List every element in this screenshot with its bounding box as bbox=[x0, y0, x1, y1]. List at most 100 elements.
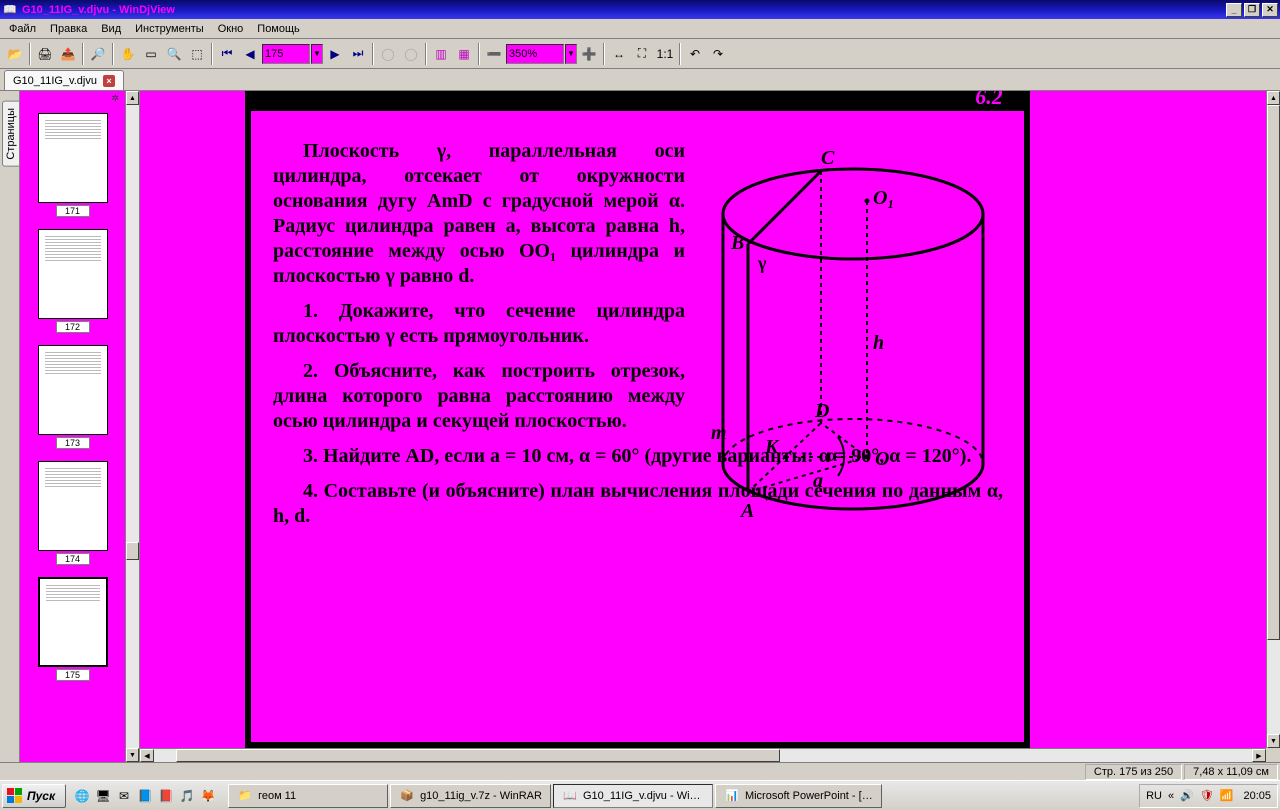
find-button[interactable]: 🔎 bbox=[87, 43, 109, 65]
start-label: Пуск bbox=[27, 789, 55, 803]
fit-page-button[interactable]: ⛶ bbox=[631, 43, 653, 65]
side-tabs: Страницы bbox=[0, 91, 20, 762]
thumbnails-scrollbar[interactable]: ▲ ▼ bbox=[125, 91, 139, 762]
thumbnail[interactable]: 173 bbox=[35, 345, 111, 455]
app4-icon[interactable]: 🦊 bbox=[198, 785, 218, 807]
thumbnail[interactable]: 171 bbox=[35, 113, 111, 223]
magnify-tool-button[interactable]: 🔍 bbox=[163, 43, 185, 65]
open-button[interactable]: 📂 bbox=[4, 43, 26, 65]
page-number-input[interactable] bbox=[262, 44, 310, 64]
workspace: Страницы ✲ × 171 172 173 174 175 ▲ ▼ 6.2… bbox=[0, 91, 1280, 762]
windows-flag-icon bbox=[7, 788, 23, 804]
scroll-right-button[interactable]: ▶ bbox=[1252, 749, 1266, 762]
djvu-icon: 📖 bbox=[562, 788, 578, 804]
menu-window[interactable]: Окно bbox=[211, 21, 251, 37]
menu-help[interactable]: Помощь bbox=[250, 21, 307, 37]
minimize-button[interactable]: _ bbox=[1226, 3, 1242, 17]
hand-tool-button[interactable]: ✋ bbox=[117, 43, 139, 65]
zoom-input[interactable] bbox=[506, 44, 564, 64]
mail-icon[interactable]: ✉ bbox=[114, 785, 134, 807]
page-dropdown[interactable]: ▼ bbox=[311, 44, 323, 64]
viewer-hscroll[interactable]: ◀ ▶ bbox=[140, 748, 1266, 762]
scroll-left-button[interactable]: ◀ bbox=[140, 749, 154, 762]
scroll-thumb[interactable] bbox=[1267, 105, 1280, 640]
document-tab[interactable]: G10_11IG_v.djvu × bbox=[4, 70, 124, 90]
thumbnail[interactable]: 172 bbox=[35, 229, 111, 339]
zoom-dropdown[interactable]: ▼ bbox=[565, 44, 577, 64]
svg-text:O: O bbox=[875, 448, 889, 470]
viewer-vscroll[interactable]: ▲ ▼ bbox=[1266, 91, 1280, 748]
menu-edit[interactable]: Правка bbox=[43, 21, 94, 37]
app1-icon[interactable]: 📘 bbox=[135, 785, 155, 807]
scroll-up-button[interactable]: ▲ bbox=[1267, 91, 1280, 105]
zoom-out-button[interactable]: ➖ bbox=[483, 43, 505, 65]
ie-icon[interactable]: 🌐 bbox=[72, 785, 92, 807]
document-tab-close[interactable]: × bbox=[103, 75, 115, 87]
quick-launch: 🌐 🖥 ✉ 📘 📕 🎵 🦊 bbox=[72, 785, 218, 807]
scroll-down-button[interactable]: ▼ bbox=[126, 748, 139, 762]
system-tray: RU « 🔊 🛡 📶 20:05 bbox=[1139, 784, 1278, 808]
zoom-in-button[interactable]: ➕ bbox=[578, 43, 600, 65]
facing-button[interactable]: ▦ bbox=[453, 43, 475, 65]
taskbar: Пуск 🌐 🖥 ✉ 📘 📕 🎵 🦊 📁геом 11 📦g10_11ig_v.… bbox=[0, 780, 1280, 810]
thumbnail-label: 174 bbox=[56, 553, 90, 565]
document-tab-label: G10_11IG_v.djvu bbox=[13, 75, 97, 87]
maximize-button[interactable]: ❐ bbox=[1244, 3, 1260, 17]
thumbnail-label: 172 bbox=[56, 321, 90, 333]
select-tool-button[interactable]: ▭ bbox=[140, 43, 162, 65]
task-winrar[interactable]: 📦g10_11ig_v.7z - WinRAR bbox=[390, 784, 551, 808]
section-number: 6.2 bbox=[954, 91, 1024, 111]
tray-shield-icon[interactable]: 🛡 bbox=[1200, 789, 1214, 802]
toolbar: 📂 🖨 📤 🔎 ✋ ▭ 🔍 ⬚ ⏮ ◀ ▼ ▶ ⏭ ◯ ◯ ▥ ▦ ➖ ▼ ➕ … bbox=[0, 39, 1280, 69]
scroll-down-button[interactable]: ▼ bbox=[1267, 734, 1280, 748]
rotate-right-button[interactable]: ↷ bbox=[707, 43, 729, 65]
menu-tools[interactable]: Инструменты bbox=[128, 21, 211, 37]
scroll-up-button[interactable]: ▲ bbox=[126, 91, 139, 105]
menu-view[interactable]: Вид bbox=[94, 21, 128, 37]
fit-width-button[interactable]: ↔ bbox=[608, 43, 630, 65]
cylinder-figure: C O₁ B γ h D m K α O a A bbox=[703, 139, 1003, 534]
svg-text:m: m bbox=[711, 422, 727, 444]
nav-back-button[interactable]: ◯ bbox=[377, 43, 399, 65]
last-page-button[interactable]: ⏭ bbox=[347, 43, 369, 65]
nav-forward-button[interactable]: ◯ bbox=[400, 43, 422, 65]
rotate-left-button[interactable]: ↶ bbox=[684, 43, 706, 65]
task-folder[interactable]: 📁геом 11 bbox=[228, 784, 388, 808]
paragraph: 2. Объясните, как постро­ить отрезок, дл… bbox=[273, 359, 685, 434]
task-windjvu[interactable]: 📖G10_11IG_v.djvu - Wi… bbox=[553, 784, 713, 808]
print-button[interactable]: 🖨 bbox=[34, 43, 56, 65]
desktop-icon[interactable]: 🖥 bbox=[93, 785, 113, 807]
svg-text:a: a bbox=[813, 470, 823, 492]
scroll-thumb[interactable] bbox=[176, 749, 780, 762]
menu-bar: Файл Правка Вид Инструменты Окно Помощь bbox=[0, 19, 1280, 39]
prev-page-button[interactable]: ◀ bbox=[239, 43, 261, 65]
export-button[interactable]: 📤 bbox=[57, 43, 79, 65]
actual-size-button[interactable]: 1:1 bbox=[654, 43, 676, 65]
task-powerpoint[interactable]: 📊Microsoft PowerPoint - [… bbox=[715, 784, 882, 808]
marquee-zoom-button[interactable]: ⬚ bbox=[186, 43, 208, 65]
app2-icon[interactable]: 📕 bbox=[156, 785, 176, 807]
menu-file[interactable]: Файл bbox=[2, 21, 43, 37]
winrar-icon: 📦 bbox=[399, 788, 415, 804]
gear-icon[interactable]: ✲ bbox=[111, 93, 119, 104]
start-button[interactable]: Пуск bbox=[2, 784, 66, 808]
page-viewer[interactable]: 6.2 Плоскость γ, параллельная оси цилинд… bbox=[140, 91, 1280, 762]
side-tab-pages[interactable]: Страницы bbox=[2, 101, 20, 167]
tray-network-icon[interactable]: 📶 bbox=[1220, 789, 1234, 802]
svg-text:O₁: O₁ bbox=[873, 187, 894, 209]
app3-icon[interactable]: 🎵 bbox=[177, 785, 197, 807]
thumbnail[interactable]: 175 bbox=[35, 577, 111, 687]
powerpoint-icon: 📊 bbox=[724, 788, 740, 804]
document-tabs: G10_11IG_v.djvu × bbox=[0, 69, 1280, 91]
title-bar: 📖 G10_11IG_v.djvu - WinDjView _ ❐ ✕ bbox=[0, 0, 1280, 19]
paragraph: 1. Докажите, что сечение цилиндра плоско… bbox=[273, 299, 685, 349]
first-page-button[interactable]: ⏮ bbox=[216, 43, 238, 65]
paragraph: Плоскость γ, параллельная оси цилиндра, … bbox=[273, 139, 685, 289]
close-button[interactable]: ✕ bbox=[1262, 3, 1278, 17]
thumbnail[interactable]: 174 bbox=[35, 461, 111, 571]
tray-volume-icon[interactable]: 🔊 bbox=[1180, 789, 1194, 802]
continuous-button[interactable]: ▥ bbox=[430, 43, 452, 65]
svg-text:K: K bbox=[764, 436, 780, 458]
scroll-thumb[interactable] bbox=[126, 542, 139, 560]
next-page-button[interactable]: ▶ bbox=[324, 43, 346, 65]
